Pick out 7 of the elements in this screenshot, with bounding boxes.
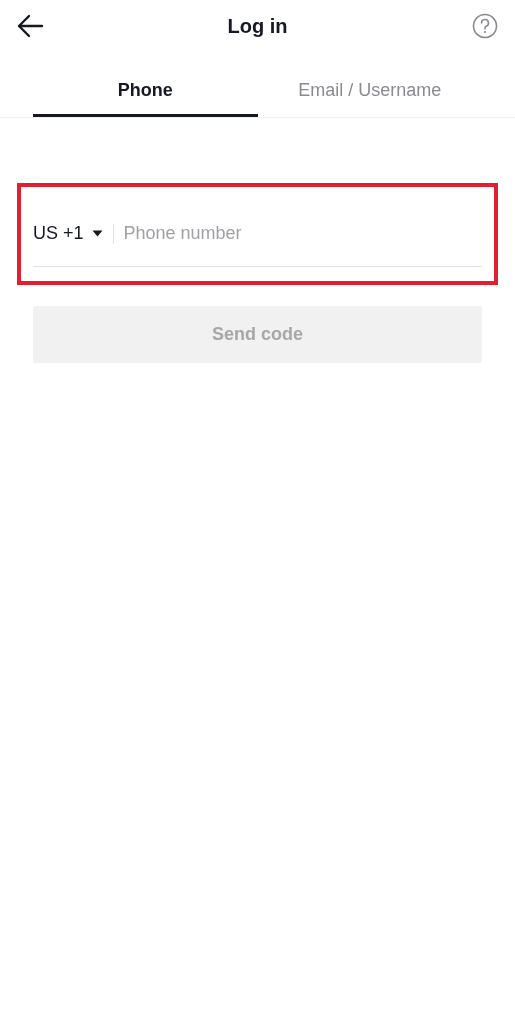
help-icon (472, 13, 498, 39)
caret-icon (91, 230, 103, 237)
phone-field[interactable]: US +1 Phone number (33, 201, 482, 267)
back-arrow-icon (16, 14, 44, 38)
tab[interactable]: Phone (33, 52, 258, 117)
country-code-dropdown[interactable]: US +1 (33, 223, 114, 244)
page-title: Log in (227, 14, 288, 39)
